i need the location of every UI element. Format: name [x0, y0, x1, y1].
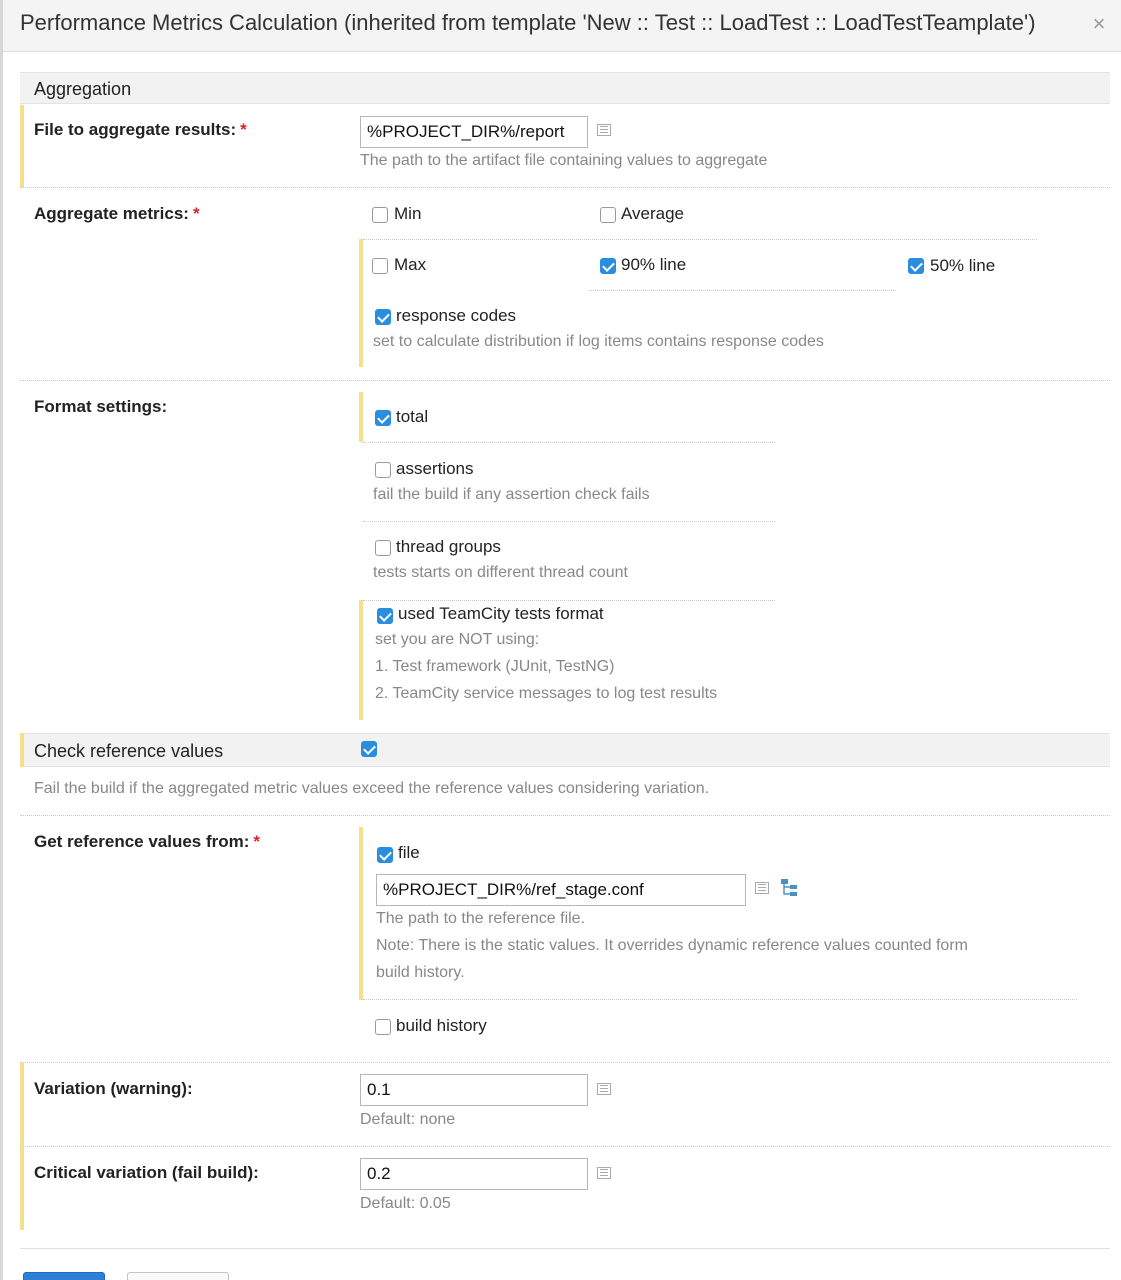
- total-label: total: [396, 407, 429, 426]
- total-checkbox[interactable]: [375, 410, 391, 426]
- assertions-note: fail the build if any assertion check fa…: [373, 486, 650, 503]
- reference-file-input[interactable]: %PROJECT_DIR%/ref_stage.conf: [376, 874, 746, 906]
- list-icon[interactable]: [597, 1167, 611, 1179]
- modified-marker: [359, 600, 363, 720]
- close-icon[interactable]: ×: [1089, 11, 1109, 37]
- list-icon[interactable]: [755, 882, 769, 894]
- max-label: Max: [394, 255, 427, 274]
- variation-default: Default: none: [360, 1111, 456, 1128]
- file-to-aggregate-note: The path to the artifact file containing…: [360, 152, 768, 169]
- dialog-title: Performance Metrics Calculation (inherit…: [20, 10, 1036, 35]
- save-button[interactable]: [23, 1272, 105, 1280]
- divider: [363, 600, 775, 601]
- divider: [589, 290, 896, 291]
- modified-marker: [20, 1147, 24, 1230]
- modified-marker: [20, 105, 24, 187]
- format-settings-label: Format settings:: [34, 397, 168, 416]
- settings-dialog: Performance Metrics Calculation (inherit…: [0, 0, 1121, 1280]
- file-label-text: File to aggregate results:: [34, 120, 237, 139]
- file-source-label: file: [398, 843, 420, 862]
- reference-file-note-2: Note: There is the static values. It ove…: [376, 937, 968, 954]
- tree-icon[interactable]: [780, 878, 800, 898]
- teamcity-format-checkbox[interactable]: [377, 608, 393, 624]
- divider: [20, 815, 1110, 816]
- assertions-checkbox[interactable]: [375, 462, 391, 478]
- line50-label: 50% line: [930, 256, 996, 275]
- teamcity-format-note-1: set you are NOT using:: [375, 631, 540, 648]
- required-marker: *: [253, 832, 261, 851]
- critical-variation-default: Default: 0.05: [360, 1195, 451, 1212]
- modified-marker: [359, 392, 363, 442]
- modified-marker: [359, 827, 363, 1000]
- reference-group-header: Check reference values: [20, 733, 1110, 767]
- response-codes-checkbox[interactable]: [375, 309, 391, 325]
- build-history-checkbox[interactable]: [375, 1019, 391, 1035]
- build-history-label: build history: [396, 1016, 487, 1035]
- response-codes-label: response codes: [396, 306, 517, 325]
- modified-marker: [359, 239, 363, 367]
- reference-header-label: Check reference values: [34, 741, 224, 761]
- critical-variation-label: Critical variation (fail build):: [34, 1163, 259, 1182]
- dialog-title-bar: Performance Metrics Calculation (inherit…: [3, 0, 1121, 52]
- line50-checkbox[interactable]: [908, 258, 924, 274]
- line90-label: 90% line: [621, 255, 687, 274]
- list-icon[interactable]: [597, 1083, 611, 1095]
- divider: [363, 521, 775, 522]
- get-reference-label: Get reference values from: *: [34, 832, 260, 852]
- average-label: Average: [621, 204, 685, 223]
- reference-file-note-3: build history.: [376, 964, 465, 981]
- min-label: Min: [394, 204, 422, 223]
- reference-file-note-1: The path to the reference file.: [376, 910, 586, 927]
- cancel-button[interactable]: [127, 1272, 229, 1280]
- variation-label: Variation (warning):: [34, 1079, 193, 1098]
- divider: [20, 187, 1110, 188]
- teamcity-format-note-3: 2. TeamCity service messages to log test…: [375, 685, 718, 702]
- file-to-aggregate-input[interactable]: %PROJECT_DIR%/report: [360, 116, 588, 148]
- min-checkbox[interactable]: [372, 207, 388, 223]
- divider: [363, 999, 1077, 1000]
- required-marker: *: [240, 120, 247, 139]
- thread-groups-note: tests starts on different thread count: [373, 564, 628, 581]
- aggregation-header-label: Aggregation: [34, 79, 132, 99]
- variation-input[interactable]: 0.1: [360, 1074, 588, 1106]
- modified-marker: [20, 733, 24, 767]
- aggregation-group-header: Aggregation: [20, 72, 1110, 104]
- list-icon[interactable]: [597, 124, 611, 136]
- divider: [363, 239, 1037, 240]
- thread-groups-label: thread groups: [396, 537, 501, 556]
- file-source-checkbox[interactable]: [377, 847, 393, 863]
- teamcity-format-label: used TeamCity tests format: [398, 604, 604, 623]
- average-checkbox[interactable]: [600, 207, 616, 223]
- divider: [20, 1146, 1110, 1147]
- footer-divider: [20, 1248, 1110, 1249]
- required-marker: *: [192, 204, 200, 223]
- assertions-label: assertions: [396, 459, 474, 478]
- critical-variation-input[interactable]: 0.2: [360, 1158, 588, 1190]
- reference-note: Fail the build if the aggregated metric …: [34, 780, 710, 797]
- metrics-label-text: Aggregate metrics:: [34, 204, 189, 223]
- divider: [20, 380, 1110, 381]
- max-checkbox[interactable]: [372, 258, 388, 274]
- line90-checkbox[interactable]: [600, 258, 616, 274]
- thread-groups-checkbox[interactable]: [375, 540, 391, 556]
- check-reference-checkbox[interactable]: [361, 741, 377, 757]
- get-reference-label-text: Get reference values from:: [34, 832, 250, 851]
- divider: [363, 442, 775, 443]
- file-to-aggregate-label: File to aggregate results: *: [34, 120, 247, 140]
- response-codes-note: set to calculate distribution if log ite…: [373, 333, 824, 350]
- teamcity-format-note-2: 1. Test framework (JUnit, TestNG): [375, 658, 615, 675]
- modified-marker: [20, 1063, 24, 1146]
- divider: [20, 1062, 1110, 1063]
- aggregate-metrics-label: Aggregate metrics: *: [34, 204, 200, 224]
- dialog-body: Aggregation File to aggregate results: * …: [3, 52, 1121, 1280]
